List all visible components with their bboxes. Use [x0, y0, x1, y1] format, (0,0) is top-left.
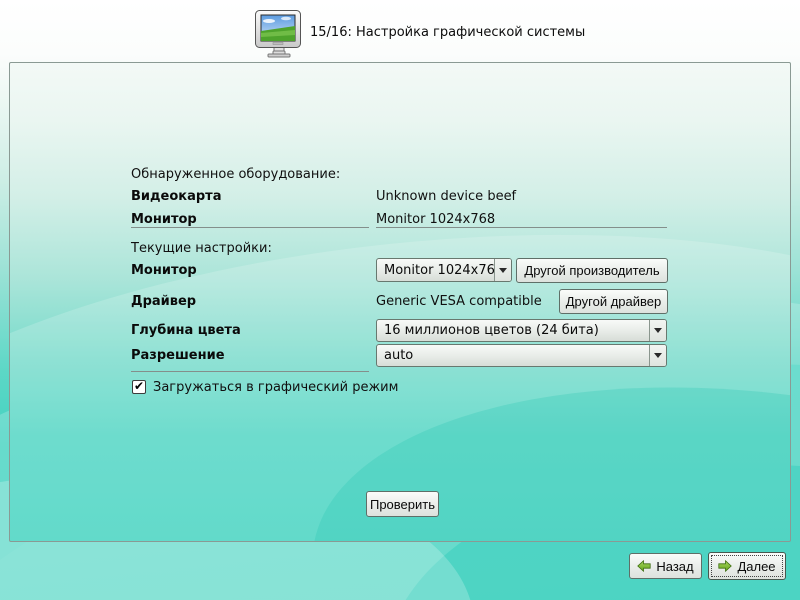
monitor-select[interactable]: Monitor 1024x768: [376, 258, 512, 282]
test-button[interactable]: Проверить: [366, 491, 439, 517]
other-vendor-button[interactable]: Другой производитель: [516, 258, 668, 283]
separator: [376, 227, 667, 228]
detected-hardware-heading: Обнаруженное оборудование:: [131, 167, 340, 182]
chevron-down-icon: [654, 353, 662, 358]
back-button[interactable]: Назад: [629, 553, 702, 579]
separator: [131, 227, 369, 228]
monitor-select-value: Monitor 1024x768: [377, 259, 494, 281]
separator: [131, 371, 369, 372]
chevron-down-icon: [499, 268, 507, 273]
monitor-select-arrow-button[interactable]: [494, 259, 511, 281]
page-title: 15/16: Настройка графической системы: [310, 25, 585, 40]
detected-monitor-label: Монитор: [131, 212, 197, 227]
resolution-label: Разрешение: [131, 348, 225, 363]
color-depth-select[interactable]: 16 миллионов цветов (24 бита): [376, 319, 667, 342]
check-icon: ✔: [134, 380, 144, 392]
graphical-boot-checkbox[interactable]: ✔: [132, 380, 146, 394]
graphical-boot-label[interactable]: Загружаться в графический режим: [153, 380, 398, 395]
arrow-left-icon: [637, 560, 651, 572]
resolution-arrow-button[interactable]: [649, 345, 666, 366]
monitor-select-label: Монитор: [131, 263, 197, 278]
current-settings-heading: Текущие настройки:: [131, 241, 272, 256]
chevron-down-icon: [654, 328, 662, 333]
other-driver-button[interactable]: Другой драйвер: [559, 289, 668, 314]
settings-panel: Обнаруженное оборудование: Видеокарта Un…: [9, 62, 791, 542]
detected-monitor-value: Monitor 1024x768: [376, 212, 495, 227]
arrow-right-icon: [718, 560, 732, 572]
color-depth-arrow-button[interactable]: [649, 320, 666, 341]
color-depth-value: 16 миллионов цветов (24 бита): [377, 320, 649, 341]
resolution-select[interactable]: auto: [376, 344, 667, 367]
next-button[interactable]: Далее: [708, 552, 786, 580]
driver-label: Драйвер: [131, 294, 196, 309]
color-depth-label: Глубина цвета: [131, 323, 241, 338]
monitor-icon: [254, 9, 302, 62]
back-button-label: Назад: [656, 559, 693, 574]
next-button-label: Далее: [737, 559, 775, 574]
videocard-value: Unknown device beef: [376, 189, 516, 204]
videocard-label: Видеокарта: [131, 189, 221, 204]
installer-window: 15/16: Настройка графической системы Обн…: [0, 0, 800, 600]
driver-value: Generic VESA compatible: [376, 294, 542, 309]
resolution-value: auto: [377, 345, 649, 366]
